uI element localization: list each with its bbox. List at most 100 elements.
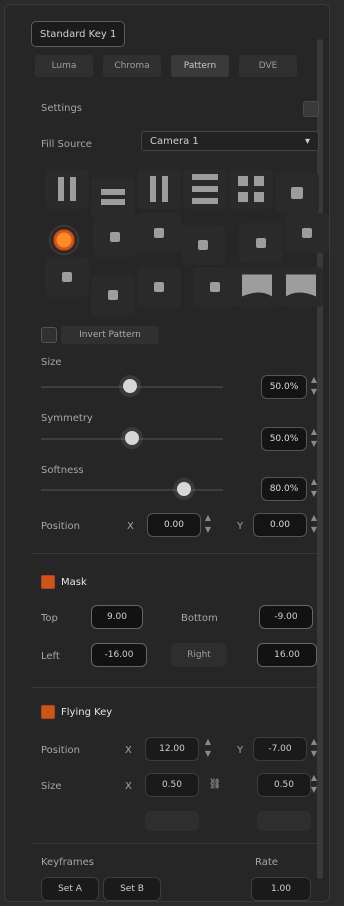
flying-key-size-y-stepper[interactable]: ▲ ▼ [309,773,319,795]
mask-top-value-text: 9.00 [106,612,128,622]
pattern-corner-top-left[interactable] [45,257,89,297]
mask-left-label: Left [41,651,60,662]
position-y-value-text: 0.00 [269,520,291,530]
center-box-icon [291,187,303,199]
symmetry-stepper[interactable]: ▲ ▼ [309,427,319,449]
mask-top-value[interactable]: 9.00 [91,605,143,629]
flying-key-title: Flying Key [61,706,113,718]
settings-reset-button[interactable] [303,101,319,117]
mask-left-value[interactable]: -16.00 [91,643,147,667]
position-x-value-text: 0.00 [163,520,185,530]
fill-source-value: Camera 1 [150,135,199,147]
flying-key-position-x-stepper[interactable]: ▲ ▼ [203,737,213,759]
flying-key-position-x-value[interactable]: 12.00 [145,737,199,761]
key-type-tabs: Luma Chroma Pattern DVE [35,55,297,77]
invert-pattern-checkbox[interactable] [41,327,57,343]
softness-stepper[interactable]: ▲ ▼ [309,477,319,499]
mask-bottom-value[interactable]: -9.00 [259,605,313,629]
mask-top-label: Top [41,613,58,624]
flying-key-size-x-value[interactable]: 0.50 [145,773,199,797]
mask-right-value-text: 16.00 [274,650,300,660]
pattern-dot-top-left[interactable] [93,217,137,257]
divider [31,843,321,844]
softness-value[interactable]: 80.0% [261,477,307,501]
four-box-icon [238,176,264,202]
size-stepper[interactable]: ▲ ▼ [309,375,319,397]
flying-key-disabled-field [145,811,199,831]
flying-key-position-x-prefix: X [125,745,132,756]
pattern-wedge-right[interactable] [279,267,323,307]
pattern-four-box[interactable] [229,169,273,209]
size-value[interactable]: 50.0% [261,375,307,399]
flying-key-position-x-value-text: 12.00 [159,744,185,754]
fill-source-dropdown[interactable]: Camera 1 ▾ [141,131,319,151]
bottom-left-icon [108,290,118,300]
softness-slider-knob[interactable] [177,482,191,496]
dot-right-icon [256,238,266,248]
pattern-dot-top[interactable] [137,213,181,253]
softness-slider-track[interactable] [41,489,223,491]
mask-bottom-label: Bottom [181,613,218,624]
pattern-vertical-bars-2[interactable] [45,169,89,209]
tab-dve[interactable]: DVE [239,55,297,77]
flying-key-position-y-value-text: -7.00 [268,744,292,754]
key-settings-panel: Standard Key 1 Luma Chroma Pattern DVE S… [4,4,330,902]
flying-key-toggle-icon[interactable] [41,705,55,719]
symmetry-value[interactable]: 50.0% [261,427,307,451]
position-y-value[interactable]: 0.00 [253,513,307,537]
key-title[interactable]: Standard Key 1 [31,21,126,47]
vertical-bars-2-icon [58,177,76,201]
size-slider-knob[interactable] [123,379,137,393]
rate-value[interactable]: 1.00 [251,877,311,901]
flying-key-position-y-value[interactable]: -7.00 [253,737,307,761]
pattern-bottom-right[interactable] [193,267,237,307]
corner-top-left-icon [62,272,72,282]
flying-key-position-y-prefix: Y [237,745,244,756]
pattern-wedge-left[interactable] [235,267,279,307]
set-b-label: Set B [120,884,144,894]
pattern-horizontal-bars[interactable] [91,177,135,217]
position-x-prefix: X [127,521,134,532]
mask-section-header[interactable]: Mask [41,575,87,589]
flying-key-disabled-field [257,811,311,831]
tab-luma-label: Luma [51,61,77,71]
tab-luma[interactable]: Luma [35,55,93,77]
softness-label: Softness [41,465,84,476]
set-a-button[interactable]: Set A [41,877,99,901]
position-y-prefix: Y [237,521,244,532]
flying-key-size-y-value[interactable]: 0.50 [257,773,311,797]
tab-pattern[interactable]: Pattern [171,55,229,77]
mask-right-value[interactable]: 16.00 [257,643,317,667]
size-label: Size [41,357,62,368]
position-y-stepper[interactable]: ▲ ▼ [309,513,319,535]
pattern-bottom[interactable] [137,267,181,307]
dot-top-left-icon [110,232,120,242]
pattern-center-box[interactable] [275,173,319,213]
pattern-dot-top-right[interactable] [285,213,329,253]
flying-key-section-header[interactable]: Flying Key [41,705,112,719]
chevron-down-icon: ▾ [304,135,310,147]
key-title-text: Standard Key 1 [40,28,117,40]
pattern-horizontal-rows[interactable] [183,169,227,209]
set-b-button[interactable]: Set B [103,877,161,901]
pattern-dot-right[interactable] [239,223,283,263]
flying-key-size-x-prefix: X [125,781,132,792]
tab-chroma[interactable]: Chroma [103,55,161,77]
tab-dve-label: DVE [258,61,278,71]
link-icon[interactable]: ⛓ [203,773,227,795]
flying-key-size-y-value-text: 0.50 [273,780,295,790]
position-x-stepper[interactable]: ▲ ▼ [203,513,213,535]
size-value-text: 50.0% [269,382,299,392]
mask-left-value-text: -16.00 [104,650,134,660]
flying-key-position-y-stepper[interactable]: ▲ ▼ [309,737,319,759]
rate-value-text: 1.00 [270,884,292,894]
symmetry-slider-knob[interactable] [125,431,139,445]
fill-source-label: Fill Source [41,139,92,150]
symmetry-value-text: 50.0% [269,434,299,444]
position-x-value[interactable]: 0.00 [147,513,201,537]
pattern-circle-selected[interactable] [49,225,79,255]
pattern-vertical-bars-3[interactable] [137,169,181,209]
mask-toggle-icon[interactable] [41,575,55,589]
pattern-bottom-left[interactable] [91,275,135,315]
pattern-dot-center[interactable] [181,225,225,265]
